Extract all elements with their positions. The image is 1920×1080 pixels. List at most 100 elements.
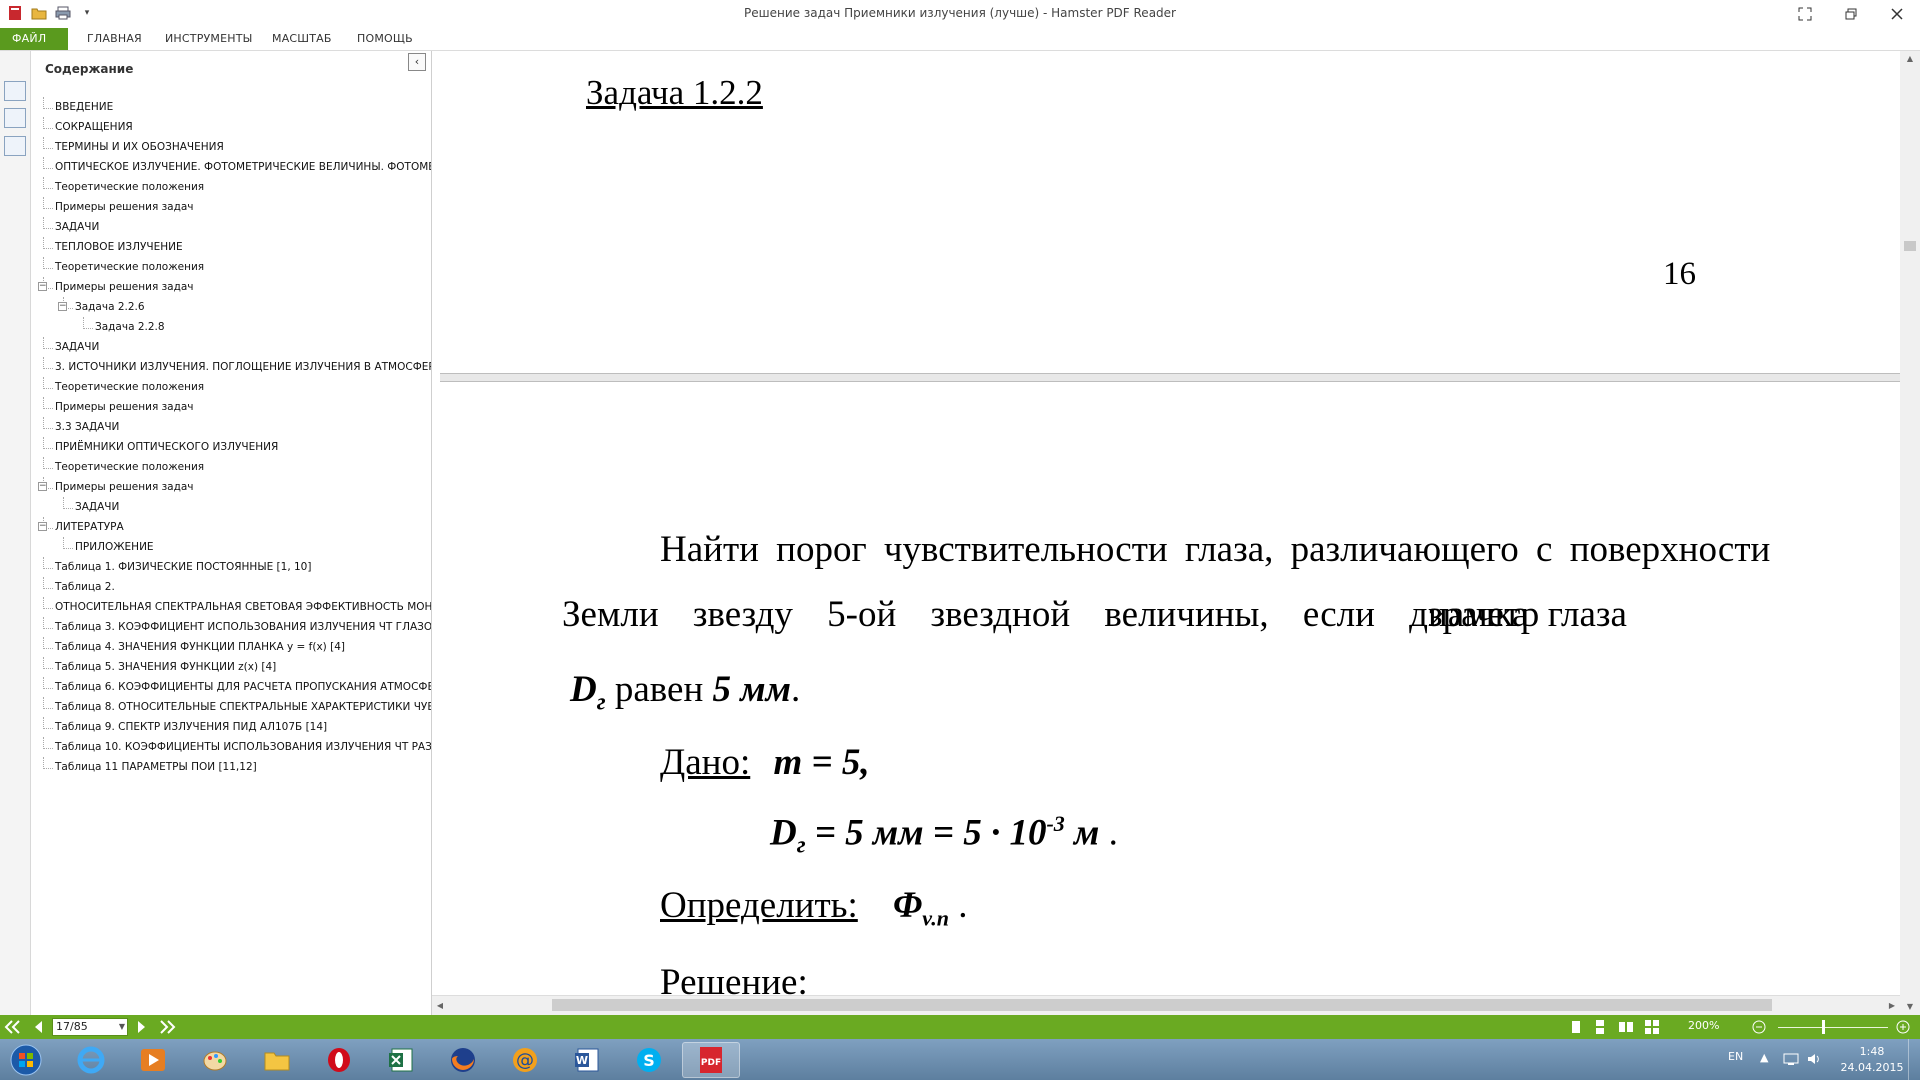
toc-item[interactable]: ТЕРМИНЫ И ИХ ОБОЗНАЧЕНИЯ	[31, 137, 431, 157]
toc-item[interactable]: ПРИЁМНИКИ ОПТИЧЕСКОГО ИЗЛУЧЕНИЯ	[31, 437, 431, 457]
toc-item[interactable]: Таблица 6. КОЭФФИЦИЕНТЫ ДЛЯ РАСЧЕТА ПРОП…	[31, 677, 431, 697]
svg-text:S: S	[643, 1051, 655, 1070]
menu-help[interactable]: ПОМОЩЬ	[345, 28, 425, 50]
volume-icon[interactable]	[1806, 1052, 1822, 1066]
menu-zoom[interactable]: МАСШТАБ	[260, 28, 344, 50]
toc-item[interactable]: Теоретические положения	[31, 257, 431, 277]
excel-icon[interactable]	[372, 1042, 430, 1078]
bookmarks-panel-icon[interactable]	[4, 81, 26, 101]
formula-sub: г	[796, 832, 806, 859]
document-view[interactable]: Задача 1.2.2 16 Найти порог чувствительн…	[432, 51, 1900, 1015]
skype-icon[interactable]: S	[620, 1042, 678, 1078]
paint-icon[interactable]	[186, 1042, 244, 1078]
continuous-view-icon[interactable]	[1594, 1020, 1606, 1034]
toc-item[interactable]: СОКРАЩЕНИЯ	[31, 117, 431, 137]
first-page-icon[interactable]	[4, 1020, 20, 1034]
toc-item[interactable]: ЗАДАЧИ	[31, 217, 431, 237]
close-window-button[interactable]	[1874, 0, 1920, 28]
input-language[interactable]: EN	[1728, 1050, 1743, 1080]
toc-item[interactable]: Задача 2.2.8	[31, 317, 431, 337]
media-player-icon[interactable]	[124, 1042, 182, 1078]
toc-item[interactable]: Примеры решения задач	[31, 197, 431, 217]
clock-date[interactable]: 24.04.2015	[1836, 1061, 1908, 1080]
toc-item[interactable]: Таблица 3. КОЭФФИЦИЕНТ ИСПОЛЬЗОВАНИЯ ИЗЛ…	[31, 617, 431, 637]
toc-item-label: Теоретические положения	[55, 261, 205, 273]
toc-item[interactable]: 3. ИСТОЧНИКИ ИЗЛУЧЕНИЯ. ПОГЛОЩЕНИЕ ИЗЛУЧ…	[31, 357, 431, 377]
page-number-input[interactable]: 17/85 ▼	[52, 1018, 128, 1036]
svg-text:W: W	[576, 1054, 588, 1067]
page-dropdown-icon[interactable]: ▼	[119, 1019, 125, 1035]
single-page-view-icon[interactable]	[1570, 1020, 1582, 1034]
scroll-right-icon[interactable]: ▶	[1884, 996, 1900, 1015]
show-hidden-icons[interactable]: ▲	[1760, 1051, 1768, 1080]
determine-end: .	[948, 885, 968, 926]
toc-item[interactable]: Таблица 5. ЗНАЧЕНИЯ ФУНКЦИИ z(x) [4]	[31, 657, 431, 677]
toc-item[interactable]: Примеры решения задач	[31, 397, 431, 417]
two-page-view-icon[interactable]	[1618, 1020, 1634, 1034]
toc-item[interactable]: Таблица 10. КОЭФФИЦИЕНТЫ ИСПОЛЬЗОВАНИЯ И…	[31, 737, 431, 757]
toc-item[interactable]: − Задача 2.2.6	[31, 297, 431, 317]
toc-item[interactable]: ЗАДАЧИ	[31, 497, 431, 517]
firefox-icon[interactable]	[434, 1042, 492, 1078]
horizontal-scrollbar[interactable]: ◀ ▶	[432, 995, 1900, 1015]
two-page-continuous-icon[interactable]	[1644, 1020, 1660, 1034]
menu-tools[interactable]: ИНСТРУМЕНТЫ	[153, 28, 265, 50]
opera-icon[interactable]	[310, 1042, 368, 1078]
scroll-left-icon[interactable]: ◀	[432, 996, 448, 1015]
previous-page-icon[interactable]	[32, 1020, 44, 1034]
internet-explorer-icon[interactable]	[62, 1042, 120, 1078]
last-page-icon[interactable]	[160, 1020, 176, 1034]
zoom-in-icon[interactable]	[1896, 1020, 1910, 1034]
file-explorer-icon[interactable]	[248, 1042, 306, 1078]
toc-item[interactable]: − Примеры решения задач	[31, 277, 431, 297]
collapse-toggle-icon[interactable]: −	[38, 282, 47, 291]
toc-item[interactable]: Теоретические положения	[31, 457, 431, 477]
menu-home[interactable]: ГЛАВНАЯ	[75, 28, 154, 50]
network-icon[interactable]	[1782, 1052, 1800, 1066]
next-page-icon[interactable]	[136, 1020, 148, 1034]
scroll-up-icon[interactable]: ▲	[1900, 51, 1920, 67]
collapse-toggle-icon[interactable]: −	[38, 482, 47, 491]
toc-item[interactable]: Таблица 2.	[31, 577, 431, 597]
toc-item[interactable]: 3.3 ЗАДАЧИ	[31, 417, 431, 437]
zoom-out-icon[interactable]	[1752, 1020, 1766, 1034]
show-desktop-button[interactable]	[1908, 1039, 1920, 1080]
toc-item[interactable]: ТЕПЛОВОЕ ИЗЛУЧЕНИЕ	[31, 237, 431, 257]
pages-panel-icon[interactable]	[4, 108, 26, 128]
zoom-slider[interactable]	[1778, 1027, 1888, 1028]
toc-item[interactable]: Теоретические положения	[31, 177, 431, 197]
toc-item[interactable]: ВВЕДЕНИЕ	[31, 97, 431, 117]
outline-panel-icon[interactable]	[4, 136, 26, 156]
toc-item[interactable]: Таблица 9. СПЕКТР ИЗЛУЧЕНИЯ ПИД АЛ107Б […	[31, 717, 431, 737]
start-button[interactable]	[0, 1042, 52, 1078]
hamster-pdf-taskbar-icon[interactable]: PDF	[682, 1042, 740, 1078]
word-icon[interactable]: W	[558, 1042, 616, 1078]
collapse-toggle-icon[interactable]: −	[38, 522, 47, 531]
collapse-toggle-icon[interactable]: −	[58, 302, 67, 311]
toc-item[interactable]: Теоретические положения	[31, 377, 431, 397]
toc-item[interactable]: Таблица 8. ОТНОСИТЕЛЬНЫЕ СПЕКТРАЛЬНЫЕ ХА…	[31, 697, 431, 717]
toc-item-label: Теоретические положения	[55, 461, 205, 473]
vertical-scrollbar[interactable]: ▲ ▼	[1900, 51, 1920, 1015]
toc-item[interactable]: Таблица 11 ПАРАМЕТРЫ ПОИ [11,12]	[31, 757, 431, 777]
vertical-scroll-thumb[interactable]	[1904, 241, 1916, 251]
collapse-panel-button[interactable]: ‹	[408, 53, 426, 71]
toc-item[interactable]: − ЛИТЕРАТУРА	[31, 517, 431, 537]
toc-item-label: ОПТИЧЕСКОЕ ИЗЛУЧЕНИЕ. ФОТОМЕТРИЧЕСКИЕ ВЕ…	[55, 161, 432, 173]
toc-item[interactable]: ЗАДАЧИ	[31, 337, 431, 357]
toc-item[interactable]: ОПТИЧЕСКОЕ ИЗЛУЧЕНИЕ. ФОТОМЕТРИЧЕСКИЕ ВЕ…	[31, 157, 431, 177]
zoom-slider-thumb[interactable]	[1822, 1020, 1825, 1034]
restore-window-button[interactable]	[1828, 0, 1874, 28]
toc-item-label: Таблица 2.	[55, 581, 115, 593]
mail-agent-icon[interactable]: @	[496, 1042, 554, 1078]
menu-file[interactable]: ФАЙЛ	[0, 28, 68, 50]
fullscreen-icon[interactable]	[1782, 0, 1828, 28]
toc-item[interactable]: Таблица 4. ЗНАЧЕНИЯ ФУНКЦИИ ПЛАНКА y = f…	[31, 637, 431, 657]
toc-item[interactable]: ОТНОСИТЕЛЬНАЯ СПЕКТРАЛЬНАЯ СВЕТОВАЯ ЭФФЕ…	[31, 597, 431, 617]
toc-item[interactable]: Таблица 1. ФИЗИЧЕСКИЕ ПОСТОЯННЫЕ [1, 10]	[31, 557, 431, 577]
horizontal-scroll-thumb[interactable]	[552, 999, 1772, 1011]
toc-item-label: 3.3 ЗАДАЧИ	[55, 421, 120, 433]
toc-item[interactable]: ПРИЛОЖЕНИЕ	[31, 537, 431, 557]
scroll-down-icon[interactable]: ▼	[1900, 999, 1920, 1015]
toc-item[interactable]: − Примеры решения задач	[31, 477, 431, 497]
